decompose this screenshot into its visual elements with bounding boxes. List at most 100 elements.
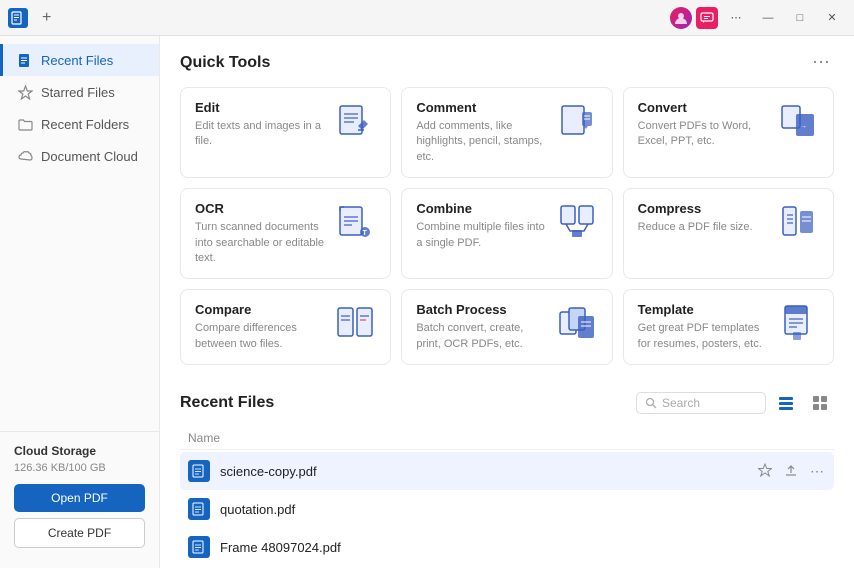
tool-compare-text: Compare Compare differences between two … bbox=[195, 302, 326, 352]
tool-comment[interactable]: Comment Add comments, like highlights, p… bbox=[401, 87, 612, 178]
tool-template-desc: Get great PDF templates for resumes, pos… bbox=[638, 321, 769, 352]
sidebar-item-label: Recent Files bbox=[41, 53, 113, 68]
file-icon bbox=[188, 498, 210, 520]
view-toggle: Search bbox=[636, 389, 834, 417]
tool-combine-name: Combine bbox=[416, 201, 547, 216]
sidebar-item-recent-folders[interactable]: Recent Folders bbox=[0, 108, 159, 140]
open-pdf-button[interactable]: Open PDF bbox=[14, 484, 145, 512]
recent-files-title: Recent Files bbox=[180, 394, 274, 412]
search-box[interactable]: Search bbox=[636, 392, 766, 414]
tool-template-text: Template Get great PDF templates for res… bbox=[638, 302, 769, 352]
file-icon bbox=[188, 460, 210, 482]
titlebar-right: ⋯ — □ ✕ bbox=[670, 7, 846, 29]
tool-combine[interactable]: Combine Combine multiple files into a si… bbox=[401, 188, 612, 279]
search-placeholder: Search bbox=[662, 396, 700, 410]
sidebar-bottom: Cloud Storage 126.36 KB/100 GB Open PDF … bbox=[0, 431, 159, 560]
tool-template-name: Template bbox=[638, 302, 769, 317]
recent-files-header: Recent Files Search bbox=[180, 389, 834, 417]
main-layout: Recent Files Starred Files Recent Folder… bbox=[0, 36, 854, 568]
tool-convert-text: Convert Convert PDFs to Word, Excel, PPT… bbox=[638, 100, 769, 150]
grid-view-button[interactable] bbox=[806, 389, 834, 417]
svg-text:T: T bbox=[363, 230, 368, 237]
tool-compare-desc: Compare differences between two files. bbox=[195, 321, 326, 352]
more-options-button[interactable]: ⋯ bbox=[808, 461, 826, 482]
quick-tools-title: Quick Tools bbox=[180, 54, 270, 72]
app-icon bbox=[8, 8, 28, 28]
minimize-button[interactable]: — bbox=[754, 7, 782, 29]
tool-convert-icon: → bbox=[777, 100, 819, 142]
tool-comment-desc: Add comments, like highlights, pencil, s… bbox=[416, 119, 547, 165]
upload-button[interactable] bbox=[782, 461, 800, 482]
more-options-button[interactable]: ⋯ bbox=[808, 499, 826, 520]
tool-convert[interactable]: Convert Convert PDFs to Word, Excel, PPT… bbox=[623, 87, 834, 178]
upload-button[interactable]: ↑ bbox=[789, 499, 800, 519]
cloud-storage-label: Cloud Storage bbox=[14, 444, 145, 458]
tool-compress[interactable]: Compress Reduce a PDF file size. bbox=[623, 188, 834, 279]
close-button[interactable]: ✕ bbox=[818, 7, 846, 29]
list-view-button[interactable] bbox=[772, 389, 800, 417]
tool-comment-name: Comment bbox=[416, 100, 547, 115]
new-tab-button[interactable]: + bbox=[36, 7, 57, 29]
tool-batch-name: Batch Process bbox=[416, 302, 547, 317]
file-row[interactable]: quotation.pdf ☆ ↑ ⋯ bbox=[180, 490, 834, 528]
tool-combine-icon bbox=[556, 201, 598, 243]
tools-grid: Edit Edit texts and images in a file. bbox=[180, 87, 834, 365]
file-icon bbox=[188, 536, 210, 558]
titlebar: + ⋯ — □ ✕ bbox=[0, 0, 854, 36]
star-icon bbox=[17, 84, 33, 100]
tool-comment-icon bbox=[556, 100, 598, 142]
upload-button[interactable]: ↑ bbox=[789, 537, 800, 557]
create-pdf-button[interactable]: Create PDF bbox=[14, 518, 145, 548]
tool-batch-text: Batch Process Batch convert, create, pri… bbox=[416, 302, 547, 352]
chat-icon[interactable] bbox=[696, 7, 718, 29]
sidebar-item-document-cloud[interactable]: Document Cloud bbox=[0, 140, 159, 172]
quick-tools-header: Quick Tools ⋯ bbox=[180, 52, 834, 73]
quick-tools-more-button[interactable]: ⋯ bbox=[808, 52, 834, 73]
tool-template-icon bbox=[777, 302, 819, 344]
sidebar-item-label: Document Cloud bbox=[41, 149, 138, 164]
tool-template[interactable]: Template Get great PDF templates for res… bbox=[623, 289, 834, 365]
file-name: science-copy.pdf bbox=[220, 464, 746, 479]
sidebar-item-label: Recent Folders bbox=[41, 117, 129, 132]
tool-combine-text: Combine Combine multiple files into a si… bbox=[416, 201, 547, 251]
tool-compress-text: Compress Reduce a PDF file size. bbox=[638, 201, 769, 235]
titlebar-left: + bbox=[8, 7, 57, 29]
file-row[interactable]: Frame 48097024.pdf ☆ ↑ ⋯ bbox=[180, 528, 834, 566]
search-icon bbox=[645, 397, 657, 409]
tool-edit-name: Edit bbox=[195, 100, 326, 115]
tool-batch-icon bbox=[556, 302, 598, 344]
recent-files-icon bbox=[17, 52, 33, 68]
sidebar-item-recent-files[interactable]: Recent Files bbox=[0, 44, 159, 76]
tool-batch-process[interactable]: Batch Process Batch convert, create, pri… bbox=[401, 289, 612, 365]
tool-compress-desc: Reduce a PDF file size. bbox=[638, 220, 769, 235]
tool-compare[interactable]: Compare Compare differences between two … bbox=[180, 289, 391, 365]
tool-ocr-name: OCR bbox=[195, 201, 326, 216]
sidebar: Recent Files Starred Files Recent Folder… bbox=[0, 36, 160, 568]
menu-dots-button[interactable]: ⋯ bbox=[722, 7, 750, 29]
tool-ocr-text: OCR Turn scanned documents into searchab… bbox=[195, 201, 326, 266]
tool-comment-text: Comment Add comments, like highlights, p… bbox=[416, 100, 547, 165]
star-button[interactable] bbox=[756, 461, 774, 482]
sidebar-item-starred-files[interactable]: Starred Files bbox=[0, 76, 159, 108]
more-options-button[interactable]: ⋯ bbox=[808, 537, 826, 558]
maximize-button[interactable]: □ bbox=[786, 7, 814, 29]
tool-edit-text: Edit Edit texts and images in a file. bbox=[195, 100, 326, 150]
content-area: Quick Tools ⋯ Edit Edit texts and images… bbox=[160, 36, 854, 568]
folder-icon bbox=[17, 116, 33, 132]
tool-convert-name: Convert bbox=[638, 100, 769, 115]
tool-compare-icon bbox=[334, 302, 376, 344]
tool-ocr-desc: Turn scanned documents into searchable o… bbox=[195, 220, 326, 266]
cloud-icon bbox=[17, 148, 33, 164]
tool-ocr[interactable]: OCR Turn scanned documents into searchab… bbox=[180, 188, 391, 279]
file-row[interactable]: science-copy.pdf ⋯ bbox=[180, 452, 834, 490]
tool-edit[interactable]: Edit Edit texts and images in a file. bbox=[180, 87, 391, 178]
tool-compress-name: Compress bbox=[638, 201, 769, 216]
user-avatar[interactable] bbox=[670, 7, 692, 29]
star-button[interactable]: ☆ bbox=[764, 537, 781, 558]
tool-compare-name: Compare bbox=[195, 302, 326, 317]
files-table-header: Name bbox=[180, 427, 834, 450]
sidebar-item-label: Starred Files bbox=[41, 85, 115, 100]
tool-ocr-icon: T bbox=[334, 201, 376, 243]
tool-compress-icon bbox=[777, 201, 819, 243]
star-button[interactable]: ☆ bbox=[764, 499, 781, 520]
